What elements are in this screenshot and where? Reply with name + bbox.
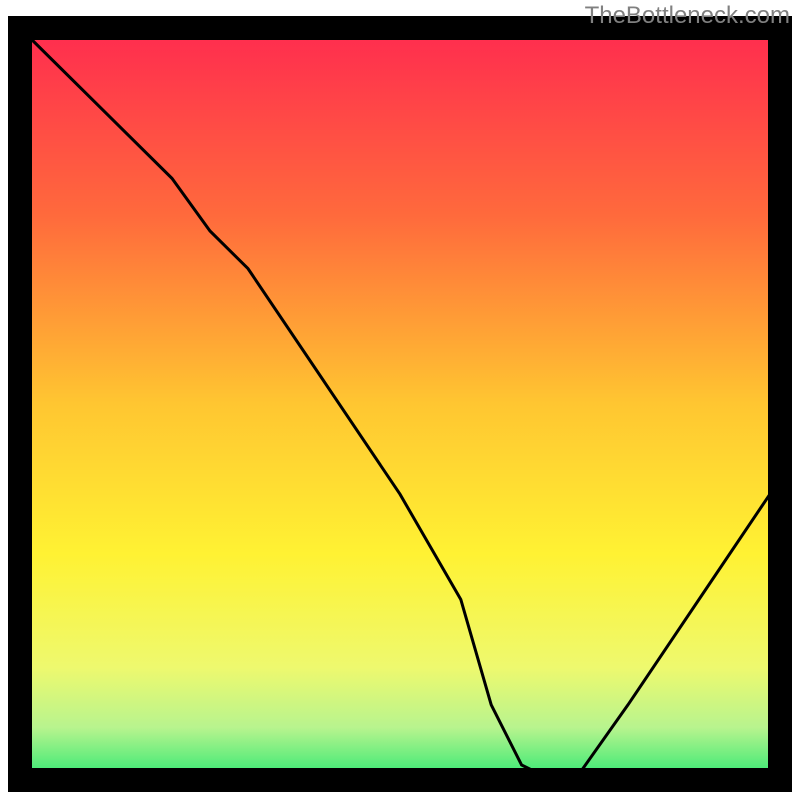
- chart-svg: [0, 0, 800, 800]
- watermark-text: TheBottleneck.com: [585, 2, 790, 30]
- chart-container: TheBottleneck.com: [0, 0, 800, 800]
